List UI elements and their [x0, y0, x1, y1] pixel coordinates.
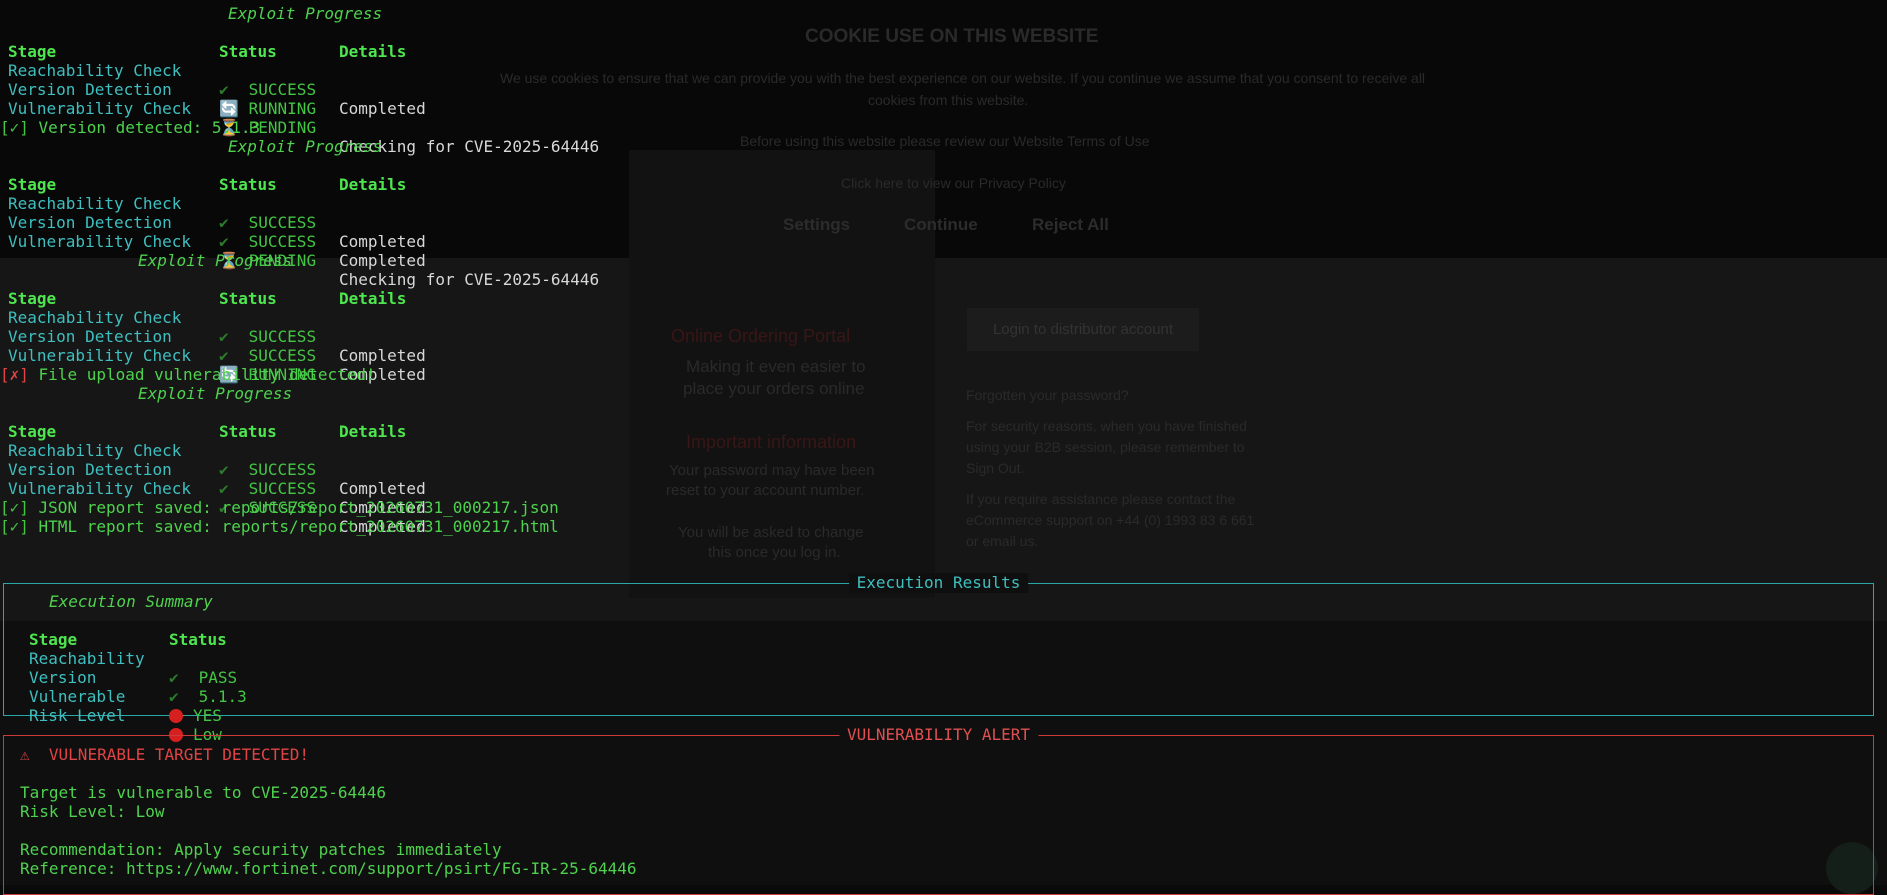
- table-row: Version Detection ✔ SUCCESS Completed: [8, 213, 426, 270]
- progress-table-title: Exploit Progress: [228, 4, 383, 23]
- table-row: Version Detection 🔄 RUNNING: [8, 80, 317, 118]
- table-row: Risk Level Low: [29, 706, 222, 744]
- table-row: Vulnerability Check ⏳ PENDING Checking f…: [8, 232, 600, 289]
- table-row: Reachability Check ✔ SUCCESS Completed: [8, 194, 426, 251]
- red-circle-icon: [169, 709, 183, 723]
- warning-icon: ⚠: [20, 745, 30, 764]
- table-row: Vulnerability Check ⏳ PENDING Checking f…: [8, 99, 600, 156]
- alert-headline: ⚠ VULNERABLE TARGET DETECTED!: [20, 745, 309, 764]
- progress-table-header: Stage Status Details: [8, 175, 407, 194]
- table-row: Reachability Check ✔ SUCCESS Completed: [8, 308, 426, 365]
- table-row: Vulnerable YES: [29, 687, 222, 725]
- table-row: Reachability ✔ PASS: [29, 649, 238, 687]
- progress-table-header: Stage Status Details: [8, 42, 407, 61]
- progress-table-header: Stage Status Details: [8, 422, 407, 441]
- refresh-icon: 🔄: [219, 99, 239, 118]
- version-detected-message: [✓] Version detected: 5.1.3: [0, 118, 261, 137]
- terminal-output: Exploit Progress Stage Status Details Reac…: [0, 0, 1887, 895]
- table-row: Version Detection ✔ SUCCESS Completed: [8, 460, 426, 517]
- execution-summary-title: Execution Summary: [49, 592, 213, 611]
- table-row: Vulnerability Check 🔄 RUNNING: [8, 346, 317, 384]
- vulnerability-alert-title: VULNERABILITY ALERT: [838, 725, 1039, 745]
- table-row: Version ✔ 5.1.3: [29, 668, 247, 706]
- vulnerability-alert-panel: VULNERABILITY ALERT ⚠ VULNERABLE TARGET …: [3, 725, 1874, 895]
- table-row: Version Detection ✔ SUCCESS Completed: [8, 327, 426, 384]
- progress-table-header: Stage Status Details: [8, 289, 407, 308]
- json-report-message: [✓] JSON report saved: reports/report_20…: [0, 498, 559, 517]
- table-row: Vulnerability Check ✔ SUCCESS Completed: [8, 479, 426, 536]
- file-upload-message: [✗] File upload vulnerability detected!: [0, 365, 376, 384]
- progress-table-title: Exploit Progress: [228, 137, 383, 156]
- check-mark-icon: ✔: [219, 346, 229, 365]
- check-mark-icon: ✔: [219, 479, 229, 498]
- execution-results-title: Execution Results: [848, 573, 1029, 593]
- table-row: Reachability Check ✔ SUCCESS Completed: [8, 441, 426, 498]
- progress-table-title: Exploit Progress: [138, 251, 293, 270]
- execution-summary-header: Stage Status: [29, 630, 227, 649]
- execution-results-panel: Execution Results Execution Summary Stag…: [3, 573, 1874, 744]
- table-row: Reachability Check ✔ SUCCESS Completed: [8, 61, 426, 118]
- html-report-message: [✓] HTML report saved: reports/report_20…: [0, 517, 559, 536]
- alert-target-line: Target is vulnerable to CVE-2025-64446: [20, 783, 387, 802]
- progress-table-title: Exploit Progress: [138, 384, 293, 403]
- alert-reference: Reference: https://www.fortinet.com/supp…: [20, 859, 637, 878]
- alert-risk-line: Risk Level: Low: [20, 802, 165, 821]
- alert-recommendation: Recommendation: Apply security patches i…: [20, 840, 502, 859]
- check-mark-icon: ✔: [219, 232, 229, 251]
